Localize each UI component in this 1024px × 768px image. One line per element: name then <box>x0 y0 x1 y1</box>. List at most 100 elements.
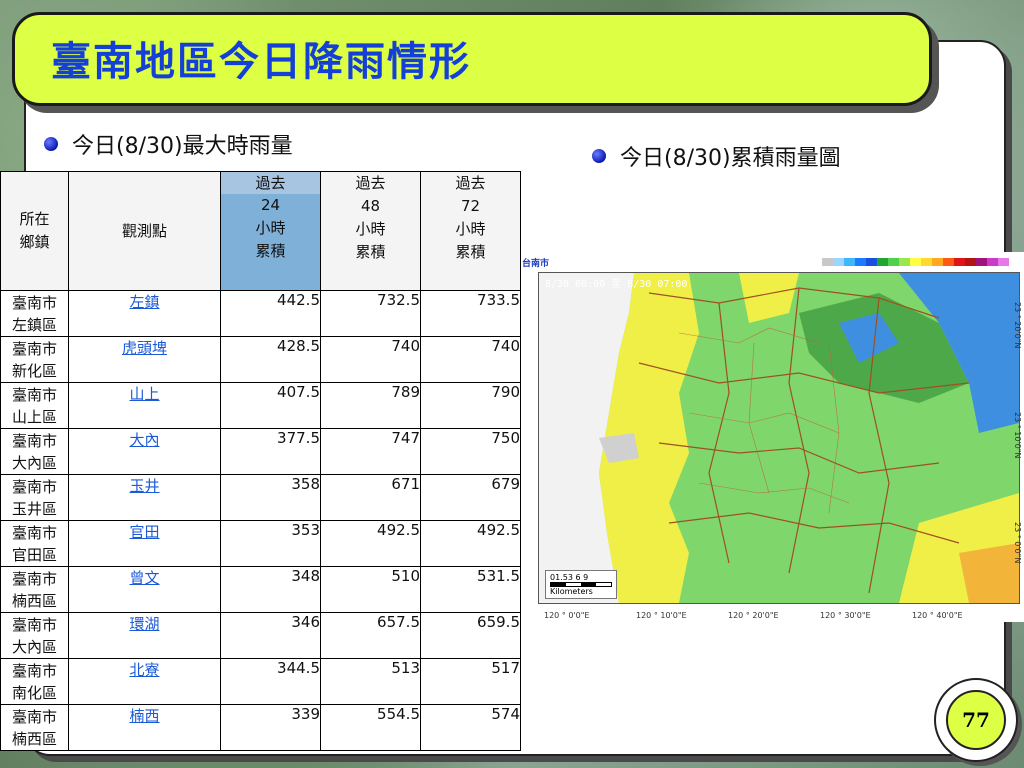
cell-area-city: 臺南市 <box>11 339 57 358</box>
cell-24h: 348 <box>220 566 321 613</box>
legend-swatch <box>866 258 877 266</box>
cell-area: 臺南市 左鎮區 <box>0 290 69 337</box>
map-time-label: 8/30 00:00 至 8/30 07:00 <box>545 279 688 290</box>
legend-swatch <box>888 258 899 266</box>
cell-area: 臺南市 大內區 <box>0 612 69 659</box>
cell-72h: 790 <box>420 382 521 429</box>
legend-swatch <box>855 258 866 266</box>
header-48h: 過去 48 小時 累積 <box>320 171 421 291</box>
cell-48h: 513 <box>320 658 421 705</box>
table-row: 臺南市 新化區 虎頭埤 428.5 740 740 <box>0 336 521 383</box>
cell-station: 大內 <box>68 428 221 475</box>
station-link[interactable]: 官田 <box>129 523 159 541</box>
header-24h-line4: 累積 <box>221 240 320 263</box>
cell-48h: 789 <box>320 382 421 429</box>
header-area: 所在鄉鎮 <box>0 171 69 291</box>
cell-24h: 407.5 <box>220 382 321 429</box>
table-row: 臺南市 楠西區 曾文 348 510 531.5 <box>0 566 521 613</box>
cell-48h: 671 <box>320 474 421 521</box>
title-bar: 臺南地區今日降雨情形 <box>12 12 932 106</box>
header-72h-line4: 累積 <box>455 243 486 261</box>
station-link[interactable]: 虎頭埤 <box>122 339 167 357</box>
cell-24h: 377.5 <box>220 428 321 475</box>
cell-area-city: 臺南市 <box>11 477 57 496</box>
cell-area-city: 臺南市 <box>11 385 57 404</box>
header-24h-line3: 小時 <box>221 217 320 240</box>
legend-swatch <box>877 258 888 266</box>
cell-72h: 492.5 <box>420 520 521 567</box>
map-scale-unit: Kilometers <box>550 587 593 596</box>
cell-24h: 428.5 <box>220 336 321 383</box>
map-scale: 01.53 6 9 Kilometers <box>545 570 617 599</box>
cell-72h: 659.5 <box>420 612 521 659</box>
header-72h: 過去 72 小時 累積 <box>420 171 521 291</box>
left-bullet: 今日(8/30)最大時雨量 <box>44 128 293 160</box>
header-72h-line2: 72 <box>460 197 481 215</box>
station-link[interactable]: 北寮 <box>129 661 159 679</box>
header-24h-line2: 24 <box>221 194 320 217</box>
cell-area-district: 新化區 <box>11 361 57 380</box>
cell-area: 臺南市 玉井區 <box>0 474 69 521</box>
cell-24h: 358 <box>220 474 321 521</box>
cell-area-district: 官田區 <box>11 545 57 564</box>
cell-72h: 750 <box>420 428 521 475</box>
cell-area-district: 楠西區 <box>11 591 57 610</box>
cell-48h: 492.5 <box>320 520 421 567</box>
cell-area-city: 臺南市 <box>11 707 57 726</box>
right-bullet: 今日(8/30)累積雨量圖 <box>592 140 841 172</box>
station-link[interactable]: 大內 <box>129 431 159 449</box>
legend-swatch <box>965 258 976 266</box>
cell-station: 官田 <box>68 520 221 567</box>
cell-area: 臺南市 新化區 <box>0 336 69 383</box>
header-24h-line1: 過去 <box>255 174 286 192</box>
cell-area-district: 玉井區 <box>11 499 57 518</box>
header-48h-line2: 48 <box>360 197 381 215</box>
table-row: 臺南市 楠西區 楠西 339 554.5 574 <box>0 704 521 751</box>
page-number-badge: 77 <box>934 678 1018 762</box>
legend-swatch <box>954 258 965 266</box>
cell-area: 臺南市 山上區 <box>0 382 69 429</box>
right-heading: 今日(8/30)累積雨量圖 <box>620 146 841 171</box>
map-header-label: 台南市 <box>522 259 550 269</box>
header-48h-line1: 過去 <box>355 174 386 192</box>
station-link[interactable]: 玉井 <box>129 477 159 495</box>
cell-24h: 339 <box>220 704 321 751</box>
station-link[interactable]: 環湖 <box>129 615 159 633</box>
cell-station: 山上 <box>68 382 221 429</box>
x-tick-label: 120 ° 0'0"E <box>544 611 590 620</box>
station-link[interactable]: 曾文 <box>129 569 159 587</box>
header-24h: 過去 24 小時 累積 <box>220 171 321 291</box>
station-link[interactable]: 楠西 <box>129 707 159 725</box>
slide-title: 臺南地區今日降雨情形 <box>51 39 471 85</box>
cell-station: 北寮 <box>68 658 221 705</box>
legend-swatch <box>943 258 954 266</box>
map-legend <box>822 258 1009 266</box>
cell-48h: 657.5 <box>320 612 421 659</box>
legend-swatch <box>932 258 943 266</box>
cell-48h: 554.5 <box>320 704 421 751</box>
station-link[interactable]: 左鎮 <box>129 293 159 311</box>
cell-station: 虎頭埤 <box>68 336 221 383</box>
cell-area: 臺南市 大內區 <box>0 428 69 475</box>
y-tick-label: 23 ° 20'0"N <box>1013 302 1022 349</box>
left-heading: 今日(8/30)最大時雨量 <box>72 134 293 159</box>
cell-24h: 344.5 <box>220 658 321 705</box>
cell-48h: 740 <box>320 336 421 383</box>
x-tick-label: 120 ° 20'0"E <box>728 611 779 620</box>
cell-area: 臺南市 楠西區 <box>0 704 69 751</box>
cell-area-district: 左鎮區 <box>11 315 57 334</box>
station-link[interactable]: 山上 <box>129 385 159 403</box>
cell-72h: 517 <box>420 658 521 705</box>
cell-48h: 732.5 <box>320 290 421 337</box>
legend-swatch <box>921 258 932 266</box>
cell-24h: 346 <box>220 612 321 659</box>
map-scale-ticks: 01.53 6 9 <box>550 573 589 582</box>
header-24h-fill <box>221 263 320 290</box>
cell-area-city: 臺南市 <box>11 431 57 450</box>
legend-swatch <box>899 258 910 266</box>
cell-area-city: 臺南市 <box>11 523 57 542</box>
cell-72h: 733.5 <box>420 290 521 337</box>
cell-area-district: 楠西區 <box>11 729 57 748</box>
cell-area-city: 臺南市 <box>11 661 57 680</box>
table-header-row: 所在鄉鎮 觀測點 過去 24 小時 累積 過去 48 小時 累積 過去 72 小… <box>0 171 521 291</box>
